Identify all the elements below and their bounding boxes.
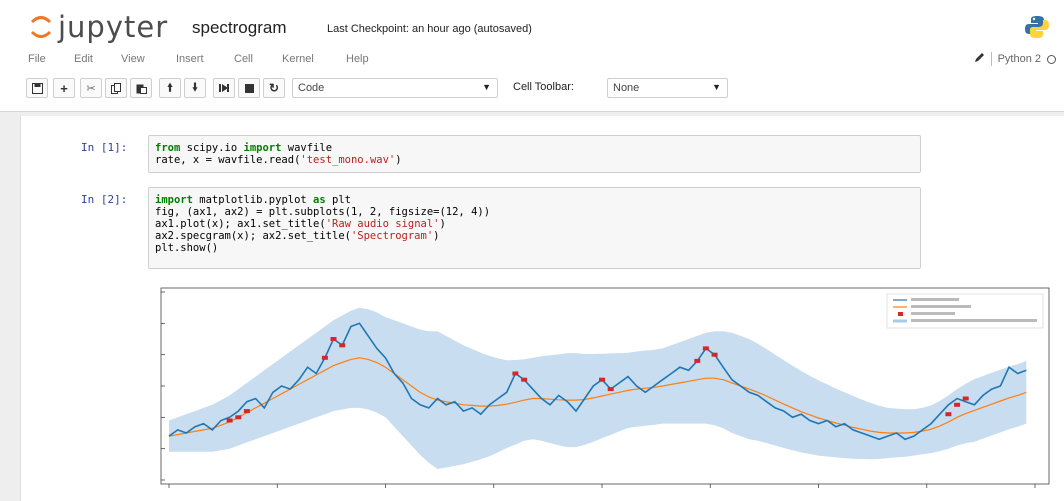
output-figure <box>139 284 1055 501</box>
code-line: from scipy.io import wavfile <box>155 142 333 154</box>
legend-text-blur <box>911 319 1037 322</box>
insert-cell-button[interactable]: + <box>53 78 75 98</box>
python-logo-icon <box>1024 14 1050 45</box>
legend-text-blur <box>911 312 955 315</box>
notebook-name[interactable]: spectrogram <box>192 18 286 38</box>
code-keyword: as <box>313 194 326 206</box>
plus-icon: + <box>60 80 68 96</box>
code-string: 'test_mono.wav' <box>300 154 396 166</box>
legend-text-blur <box>911 305 971 308</box>
anomaly-marker <box>521 377 528 382</box>
save-icon <box>31 82 43 94</box>
code-string: 'Spectrogram' <box>350 230 434 242</box>
save-button[interactable] <box>26 78 48 98</box>
paste-button[interactable] <box>130 78 152 98</box>
notebook-header: jupyter spectrogram Last Checkpoint: an … <box>0 0 1064 112</box>
notebook-container: In [1]: from scipy.io import wavfile rat… <box>20 116 1064 501</box>
anomaly-marker <box>694 358 701 363</box>
run-cell-button[interactable] <box>213 78 235 98</box>
kernel-indicator: Python 2 <box>974 52 1056 66</box>
restart-kernel-button[interactable]: ↻ <box>263 78 285 98</box>
cell-prompt: In [1]: <box>81 141 128 154</box>
menu-help[interactable]: Help <box>346 53 369 65</box>
anomaly-marker <box>321 355 328 360</box>
restart-icon: ↻ <box>268 81 280 95</box>
jupyter-window: jupyter spectrogram Last Checkpoint: an … <box>0 0 1064 501</box>
kernel-name: Python 2 <box>997 53 1041 65</box>
anomaly-marker <box>945 412 952 417</box>
code-cell-input[interactable]: from scipy.io import wavfile rate, x = w… <box>148 135 921 173</box>
kernel-idle-icon <box>1047 54 1056 64</box>
code-line: rate, x = wavfile.read('test_mono.wav') <box>155 154 402 166</box>
menu-view[interactable]: View <box>121 53 145 65</box>
menu-edit[interactable]: Edit <box>74 53 93 65</box>
legend-swatch-anomaly <box>898 312 903 316</box>
scissors-icon: ✂ <box>86 82 96 95</box>
menu-kernel[interactable]: Kernel <box>282 53 314 65</box>
anomaly-marker <box>954 402 961 407</box>
chevron-down-icon: ▼ <box>482 82 491 92</box>
cell-toolbar-select[interactable]: None ▼ <box>607 78 728 98</box>
code-keyword: import <box>155 194 193 206</box>
jupyter-brand: jupyter <box>58 10 169 44</box>
code-keyword: import <box>243 142 282 154</box>
notebook-toolbar: + ✂ 🠙 🠛 ↻ Code ▼ Cell Toolbar: None ▼ <box>26 78 1056 102</box>
anomaly-marker <box>962 396 969 401</box>
stop-icon <box>244 83 254 93</box>
jupyter-logo[interactable]: jupyter <box>30 12 168 42</box>
anomaly-marker <box>711 352 718 357</box>
code-line: plt.show() <box>155 242 219 254</box>
menu-file[interactable]: File <box>28 53 46 65</box>
anomaly-marker <box>599 377 605 382</box>
cell-type-select[interactable]: Code ▼ <box>292 78 498 98</box>
menu-bar: File Edit View Insert Cell Kernel Help P… <box>28 49 1060 73</box>
skip-to-end-icon <box>219 84 229 92</box>
menu-divider <box>990 52 992 66</box>
interrupt-kernel-button[interactable] <box>238 78 260 98</box>
cell-toolbar-value: None <box>613 82 640 94</box>
cell-type-value: Code <box>298 82 325 94</box>
move-down-button[interactable]: 🠛 <box>184 78 206 98</box>
anomaly-marker <box>226 418 233 423</box>
anomaly-marker <box>512 371 519 376</box>
menu-cell[interactable]: Cell <box>234 53 253 65</box>
paste-icon <box>136 84 147 94</box>
copy-icon <box>110 82 121 94</box>
code-line: ax2.specgram(x); ax2.set_title('Spectrog… <box>155 230 440 242</box>
copy-button[interactable] <box>105 78 127 98</box>
code-cell-input[interactable]: import matplotlib.pyplot as plt fig, (ax… <box>148 187 921 269</box>
menu-insert[interactable]: Insert <box>176 53 204 65</box>
anomaly-marker <box>243 409 250 414</box>
legend <box>886 293 1044 329</box>
chevron-down-icon: ▼ <box>712 82 721 92</box>
cut-button[interactable]: ✂ <box>80 78 102 98</box>
code-keyword: from <box>155 142 181 154</box>
legend-text-blur <box>911 298 959 301</box>
cell-toolbar-label: Cell Toolbar: <box>513 81 574 93</box>
anomaly-marker <box>607 387 614 392</box>
edit-pencil-icon[interactable] <box>974 52 985 66</box>
anomaly-marker <box>235 415 242 420</box>
cell-prompt: In [2]: <box>81 193 128 206</box>
anomaly-marker <box>330 337 337 341</box>
arrow-up-icon: 🠙 <box>167 81 173 94</box>
move-up-button[interactable]: 🠙 <box>159 78 181 98</box>
code-line: import matplotlib.pyplot as plt <box>155 194 351 206</box>
anomaly-marker <box>702 346 709 351</box>
checkpoint-status: Last Checkpoint: an hour ago (autosaved) <box>327 23 532 35</box>
anomaly-marker <box>339 343 346 348</box>
jupyter-orbit-icon <box>30 16 52 38</box>
code-line: ax1.plot(x); ax1.set_title('Raw audio si… <box>155 218 446 230</box>
arrow-down-icon: 🠛 <box>192 81 198 94</box>
code-string: 'Raw audio signal' <box>325 218 440 230</box>
code-line: fig, (ax1, ax2) = plt.subplots(1, 2, fig… <box>155 206 491 218</box>
